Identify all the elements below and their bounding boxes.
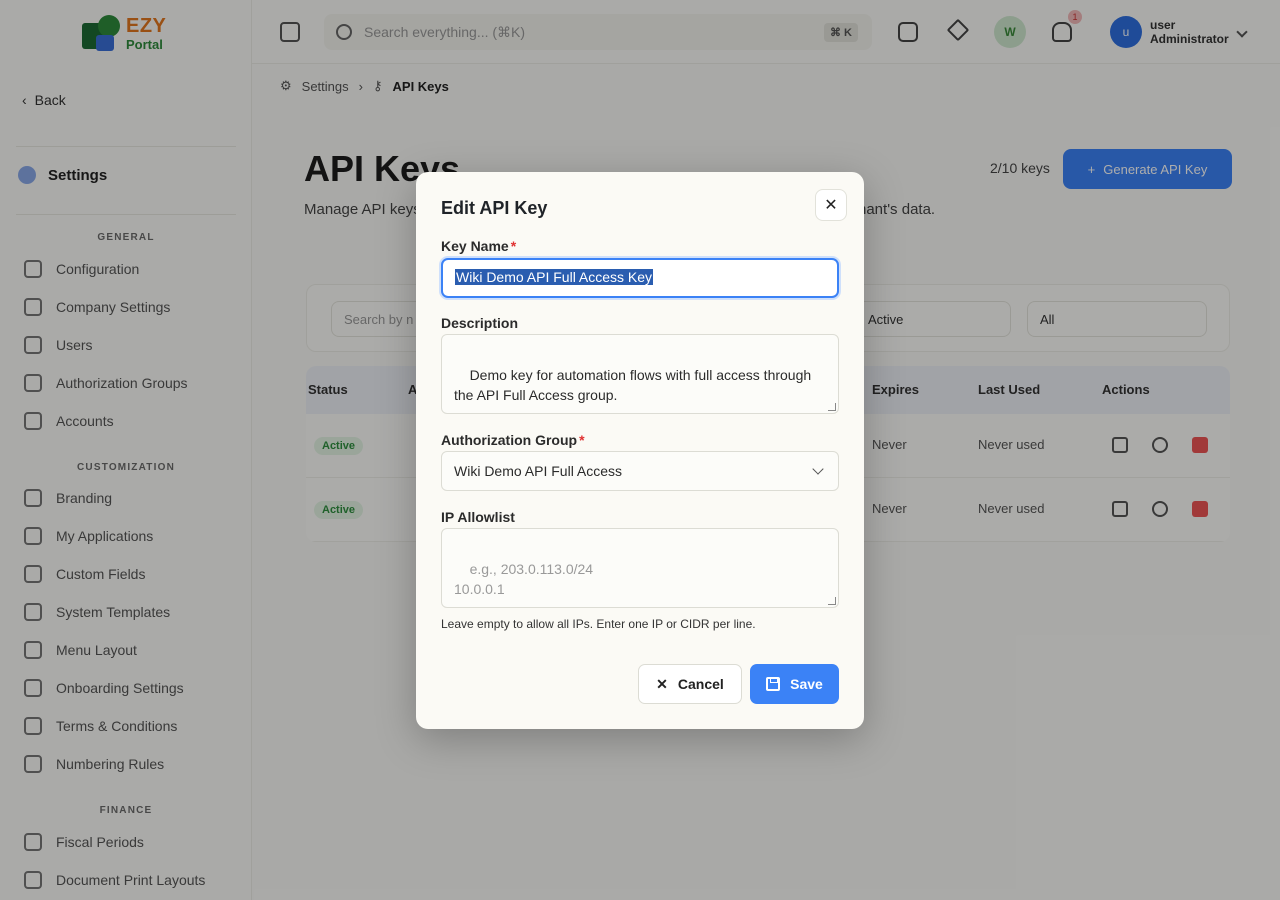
save-button[interactable]: Save [750, 664, 839, 704]
description-value: Demo key for automation flows with full … [454, 367, 812, 403]
auth-group-value: Wiki Demo API Full Access [454, 463, 623, 479]
key-name-label: Key Name * [441, 238, 516, 254]
key-name-input[interactable]: Wiki Demo API Full Access Key [441, 258, 839, 298]
auth-group-label: Authorization Group * [441, 432, 585, 448]
auth-group-select[interactable]: Wiki Demo API Full Access [441, 451, 839, 491]
save-icon [766, 677, 781, 691]
close-icon: ✕ [656, 675, 668, 692]
edit-api-key-dialog: Edit API Key ✕ Key Name * Wiki Demo API F… [416, 172, 864, 729]
resize-handle[interactable] [828, 403, 836, 411]
required-mark: * [579, 432, 585, 448]
description-textarea[interactable]: Demo key for automation flows with full … [441, 334, 839, 414]
description-label: Description [441, 315, 519, 331]
cancel-label: Cancel [677, 676, 724, 692]
dialog-title: Edit API Key [441, 198, 548, 218]
close-icon: ✕ [824, 197, 838, 214]
auth-group-label-text: Authorization Group [441, 432, 578, 448]
save-label: Save [790, 676, 823, 692]
ip-allowlist-textarea[interactable]: e.g., 203.0.113.0/24 10.0.0.1 [441, 528, 839, 608]
ip-allowlist-hint: Leave empty to allow all IPs. Enter one … [441, 617, 756, 631]
ip-allowlist-label: IP Allowlist [441, 509, 515, 525]
ip-allowlist-placeholder: e.g., 203.0.113.0/24 10.0.0.1 [454, 561, 594, 597]
resize-handle[interactable] [828, 597, 836, 605]
close-button[interactable]: ✕ [815, 189, 847, 221]
required-mark: * [510, 238, 517, 254]
key-name-value: Wiki Demo API Full Access Key [455, 269, 654, 285]
key-name-label-text: Key Name [441, 238, 509, 254]
chevron-down-icon [812, 463, 824, 475]
cancel-button[interactable]: ✕ Cancel [638, 664, 742, 704]
